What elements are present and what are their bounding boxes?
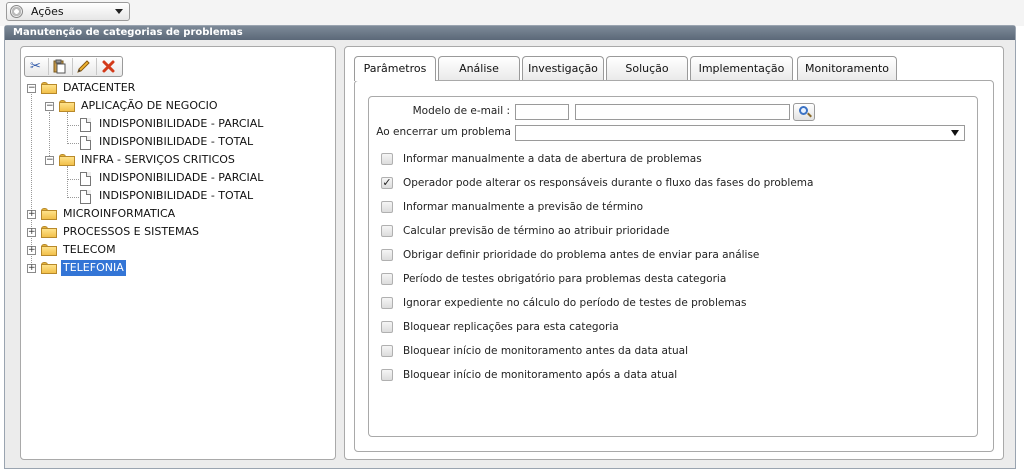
folder-open-icon xyxy=(41,82,57,94)
checkbox-label: Operador pode alterar os responsáveis du… xyxy=(403,177,814,189)
delete-icon[interactable] xyxy=(101,59,116,74)
checkbox[interactable] xyxy=(381,321,393,333)
email-model-code-input[interactable] xyxy=(515,104,569,120)
document-icon xyxy=(80,136,91,150)
tree-node-processos-sistemas[interactable]: PROCESSOS E SISTEMAS xyxy=(63,224,199,240)
checkbox-label: Calcular previsão de término ao atribuir… xyxy=(403,225,670,237)
checkbox[interactable] xyxy=(381,273,393,285)
tree-node-indisponibilidade-parcial[interactable]: INDISPONIBILIDADE - PARCIAL xyxy=(99,116,263,132)
paste-icon[interactable] xyxy=(52,59,67,74)
tab-solucao[interactable]: Solução xyxy=(606,56,688,80)
collapse-toggle[interactable]: − xyxy=(27,84,36,93)
scissors-icon[interactable]: ✂ xyxy=(28,59,43,74)
tree-node-indisponibilidade-total[interactable]: INDISPONIBILIDADE - TOTAL xyxy=(99,134,253,150)
parameters-fieldset xyxy=(368,96,978,437)
chevron-down-icon xyxy=(951,130,959,136)
expand-toggle[interactable]: + xyxy=(27,210,36,219)
panel-title: Manutenção de categorias de problemas xyxy=(5,26,1015,40)
checkbox-label: Ignorar expediente no cálculo do período… xyxy=(403,297,747,309)
tree-node-indisponibilidade-parcial[interactable]: INDISPONIBILIDADE - PARCIAL xyxy=(99,170,263,186)
tree-node-telefonia[interactable]: TELEFONIA xyxy=(61,260,126,276)
checkbox-label: Bloquear replicações para esta categoria xyxy=(403,321,619,333)
checkbox[interactable] xyxy=(381,225,393,237)
expand-toggle[interactable]: + xyxy=(27,228,36,237)
tree-node-aplicacao-negocio[interactable]: APLICAÇÃO DE NEGOCIO xyxy=(81,98,218,114)
folder-icon xyxy=(41,262,57,274)
edit-icon[interactable] xyxy=(76,59,91,74)
checkbox[interactable] xyxy=(381,297,393,309)
checkbox[interactable] xyxy=(381,249,393,261)
checkbox[interactable] xyxy=(381,153,393,165)
email-model-name-input[interactable] xyxy=(575,104,790,120)
expand-toggle[interactable]: + xyxy=(27,246,36,255)
folder-icon xyxy=(41,226,57,238)
tree-node-microinformatica[interactable]: MICROINFORMATICA xyxy=(63,206,175,222)
checkbox[interactable] xyxy=(381,345,393,357)
tree-node-infra-servicos-criticos[interactable]: INFRA - SERVIÇOS CRITICOS xyxy=(81,152,235,168)
chevron-down-icon xyxy=(115,9,123,14)
document-icon xyxy=(80,118,91,132)
gear-icon xyxy=(10,5,23,18)
tab-investigacao[interactable]: Investigação xyxy=(522,56,604,80)
tree-toolbar: ✂ xyxy=(24,56,123,77)
checkbox-label: Período de testes obrigatório para probl… xyxy=(403,273,727,285)
expand-toggle[interactable]: + xyxy=(27,264,36,273)
collapse-toggle[interactable]: − xyxy=(45,156,54,165)
checkbox-label: Informar manualmente a data de abertura … xyxy=(403,153,702,165)
checkbox-checked[interactable]: ✓ xyxy=(381,177,393,189)
tree-node-indisponibilidade-total[interactable]: INDISPONIBILIDADE - TOTAL xyxy=(99,188,253,204)
email-model-search-button[interactable] xyxy=(793,103,815,121)
actions-label: Ações xyxy=(31,5,64,18)
checkbox[interactable] xyxy=(381,201,393,213)
tab-monitoramento[interactable]: Monitoramento xyxy=(797,56,897,80)
document-icon xyxy=(80,172,91,186)
folder-icon xyxy=(41,244,57,256)
checkbox-label: Informar manualmente a previsão de térmi… xyxy=(403,201,644,213)
checkbox-label: Bloquear início de monitoramento antes d… xyxy=(403,345,689,357)
tree-node-telecom[interactable]: TELECOM xyxy=(63,242,116,258)
close-problem-label: Ao encerrar um problema xyxy=(376,126,511,138)
tab-parametros[interactable]: Parâmetros xyxy=(354,56,436,81)
checkbox-label: Bloquear início de monitoramento após a … xyxy=(403,369,678,381)
document-icon xyxy=(80,190,91,204)
tab-implementacao[interactable]: Implementação xyxy=(690,56,793,80)
tab-analise[interactable]: Análise xyxy=(438,56,520,80)
tree-node-datacenter[interactable]: DATACENTER xyxy=(63,80,135,96)
folder-open-icon xyxy=(59,154,75,166)
top-bar: Ações xyxy=(0,0,1024,26)
folder-icon xyxy=(41,208,57,220)
collapse-toggle[interactable]: − xyxy=(45,102,54,111)
close-problem-select[interactable] xyxy=(515,125,965,141)
email-model-label: Modelo de e-mail : xyxy=(412,105,510,117)
checkbox-label: Obrigar definir prioridade do problema a… xyxy=(403,249,760,261)
actions-dropdown[interactable]: Ações xyxy=(6,2,130,21)
folder-open-icon xyxy=(59,100,75,112)
checkbox[interactable] xyxy=(381,369,393,381)
